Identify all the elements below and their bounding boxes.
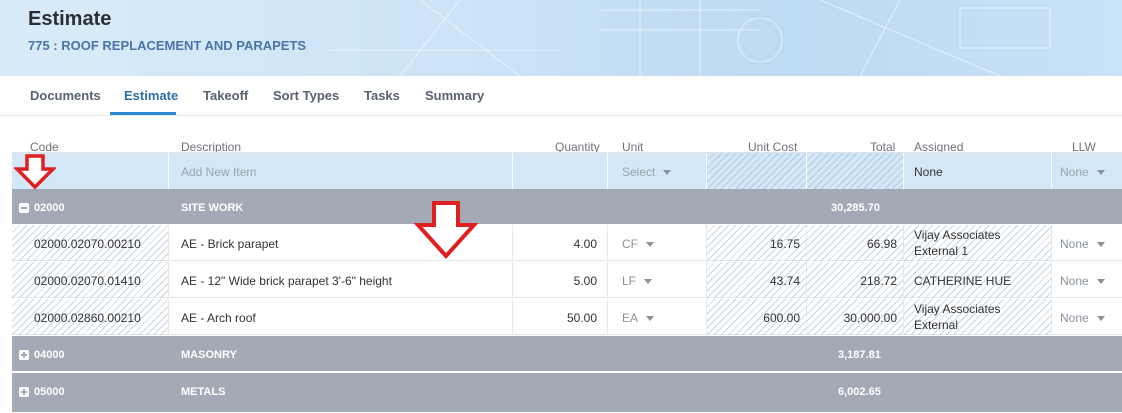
item-unit: LF: [622, 274, 637, 288]
tab-sort-types[interactable]: Sort Types: [273, 88, 339, 103]
group-name: MASONRY: [181, 349, 237, 361]
page-header: Estimate 775 : ROOF REPLACEMENT AND PARA…: [0, 0, 1122, 76]
item-unit-select[interactable]: CF: [608, 225, 707, 261]
group-total: 6,002.65: [838, 386, 881, 398]
tab-estimate[interactable]: Estimate: [124, 88, 178, 103]
item-assigned-line1: Vijay Associates: [914, 302, 1001, 316]
item-unit-cost: 16.75: [769, 237, 800, 251]
item-description[interactable]: AE - Brick parapet: [181, 237, 278, 251]
expand-icon[interactable]: [19, 387, 29, 397]
item-quantity[interactable]: 50.00: [567, 311, 597, 325]
item-code: 02000.02070.01410: [34, 274, 141, 288]
tab-bar: Documents Estimate Takeoff Sort Types Ta…: [0, 76, 1122, 116]
chevron-down-icon: [663, 170, 672, 176]
item-unit-cost: 43.74: [769, 274, 800, 288]
item-total: 218.72: [860, 274, 897, 288]
item-unit-select[interactable]: LF: [608, 262, 707, 298]
item-unit-select[interactable]: EA: [608, 299, 707, 335]
item-code: 02000.02860.00210: [34, 311, 141, 325]
table-row[interactable]: 02000.02070.00210 AE - Brick parapet 4.0…: [12, 225, 1122, 261]
chevron-down-icon: [1096, 170, 1105, 176]
add-llw-select[interactable]: None: [1052, 153, 1122, 189]
item-code: 02000.02070.00210: [34, 237, 141, 251]
chevron-down-icon: [646, 242, 654, 248]
add-unit-cost-cell: [707, 153, 807, 189]
chevron-down-icon: [1096, 316, 1105, 322]
group-code: 05000: [34, 386, 65, 398]
active-tab-indicator: [110, 112, 176, 115]
item-assigned-line1: CATHERINE HUE: [914, 274, 1012, 288]
table-row[interactable]: 02000.02070.01410 AE - 12" Wide brick pa…: [12, 262, 1122, 298]
item-unit: CF: [622, 237, 638, 251]
tab-takeoff[interactable]: Takeoff: [203, 88, 248, 103]
add-total-cell: [807, 153, 904, 189]
item-quantity[interactable]: 4.00: [574, 237, 597, 251]
table-row[interactable]: 02000.02860.00210 AE - Arch roof 50.00 E…: [12, 299, 1122, 335]
red-arrow-down-icon: [414, 201, 479, 259]
group-total: 30,285.70: [831, 202, 880, 214]
item-total: 30,000.00: [843, 311, 897, 325]
group-row-metals[interactable]: 05000 METALS 6,002.65: [12, 373, 1122, 413]
group-name: METALS: [181, 386, 226, 398]
item-quantity[interactable]: 5.00: [574, 274, 597, 288]
group-row-masonry[interactable]: 04000 MASONRY 3,187.81: [12, 336, 1122, 372]
collapse-icon[interactable]: [19, 203, 29, 213]
group-row-site-work[interactable]: 02000 SITE WORK 30,285.70: [12, 189, 1122, 225]
add-item-row: Add New Item Select None None: [12, 153, 1122, 189]
add-llw-value: None: [1060, 165, 1089, 179]
item-llw-select[interactable]: None: [1052, 225, 1122, 261]
red-arrow-down-icon: [14, 154, 56, 190]
add-description-cell[interactable]: Add New Item: [169, 153, 513, 189]
item-description[interactable]: AE - Arch roof: [181, 311, 256, 325]
add-unit-label: Select: [622, 165, 656, 179]
chevron-down-icon: [644, 279, 653, 285]
item-llw-select[interactable]: None: [1052, 299, 1122, 335]
chevron-down-icon: [1096, 279, 1105, 285]
group-total: 3,187.81: [838, 349, 881, 361]
item-llw: None: [1060, 311, 1089, 325]
chevron-down-icon: [646, 316, 655, 322]
item-assigned-line2: External: [914, 318, 959, 332]
chevron-down-icon: [1096, 242, 1105, 248]
expand-icon[interactable]: [19, 350, 29, 360]
group-name: SITE WORK: [181, 202, 244, 214]
tab-documents[interactable]: Documents: [30, 88, 101, 103]
add-assigned-value: None: [914, 165, 943, 179]
add-quantity-cell[interactable]: [513, 153, 608, 189]
item-assigned-line1: Vijay Associates: [914, 228, 1001, 242]
item-unit: EA: [622, 311, 639, 325]
group-code: 02000: [34, 202, 65, 214]
item-llw: None: [1060, 237, 1089, 251]
item-llw: None: [1060, 274, 1089, 288]
add-assigned-select[interactable]: None: [904, 153, 1052, 189]
item-assigned-line2: External 1: [914, 244, 969, 258]
tab-tasks[interactable]: Tasks: [364, 88, 400, 103]
item-total: 66.98: [866, 237, 897, 251]
add-item-input[interactable]: Add New Item: [181, 165, 256, 179]
add-unit-select[interactable]: Select: [608, 153, 707, 189]
tab-summary[interactable]: Summary: [425, 88, 484, 103]
item-unit-cost: 600.00: [763, 311, 800, 325]
item-description[interactable]: AE - 12" Wide brick parapet 3'-6" height: [181, 274, 392, 288]
project-subtitle: 775 : ROOF REPLACEMENT AND PARAPETS: [28, 38, 307, 53]
page-title: Estimate: [28, 8, 112, 30]
item-llw-select[interactable]: None: [1052, 262, 1122, 298]
group-code: 04000: [34, 349, 65, 361]
